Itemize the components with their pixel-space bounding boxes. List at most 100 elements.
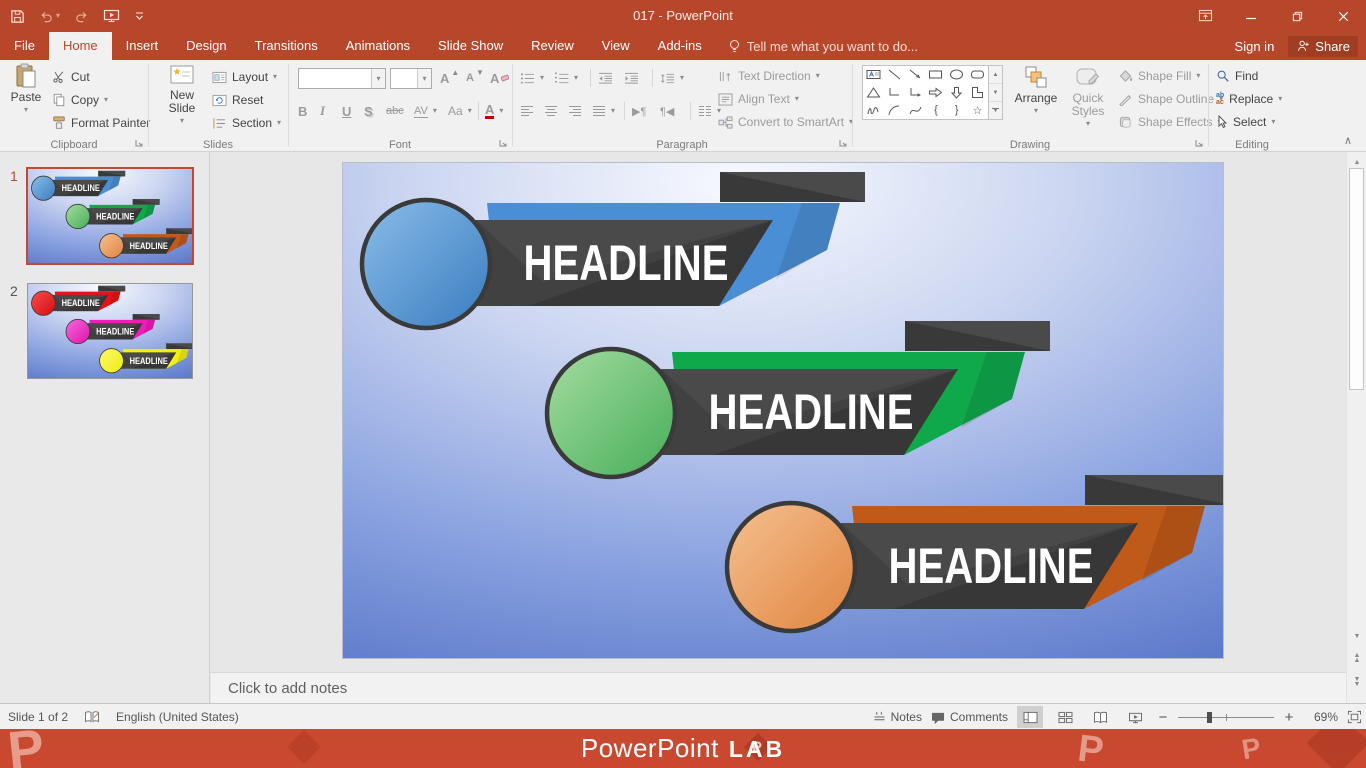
notes-toggle[interactable]: Notes <box>873 710 922 724</box>
new-slide-button[interactable]: New Slide ▾ <box>158 63 206 125</box>
text-shadow-button[interactable]: S <box>364 100 373 122</box>
fit-slide-to-window-button[interactable] <box>1347 710 1362 724</box>
shape-right-arrow-icon[interactable] <box>926 84 947 102</box>
justify-button[interactable]: ▾ <box>592 100 615 122</box>
clipboard-dialog-launcher[interactable] <box>135 139 144 148</box>
scroll-down-button[interactable]: ▼ <box>1347 628 1366 644</box>
tab-home[interactable]: Home <box>48 32 112 60</box>
shape-textbox-icon[interactable] <box>863 66 884 84</box>
font-color-button[interactable]: A ▾ <box>485 100 503 122</box>
shape-oval-icon[interactable] <box>946 66 967 84</box>
tell-me-box[interactable]: Tell me what you want to do... <box>716 32 930 60</box>
font-size-combobox[interactable]: ▾ <box>390 68 432 89</box>
shape-line-icon[interactable] <box>884 66 905 84</box>
shrink-font-button[interactable]: A ▼ <box>466 67 484 89</box>
bold-button[interactable]: B <box>298 100 307 122</box>
align-center-button[interactable] <box>544 100 558 122</box>
select-button[interactable]: Select ▾ <box>1216 111 1275 133</box>
shape-scribble-icon[interactable] <box>863 101 884 119</box>
tab-design[interactable]: Design <box>172 32 240 60</box>
next-slide-button[interactable]: ▼ ▼ <box>1347 674 1366 690</box>
copy-button[interactable]: Copy ▾ <box>52 89 108 111</box>
reading-view-button[interactable] <box>1087 706 1113 728</box>
shape-arc-icon[interactable] <box>884 101 905 119</box>
language-indicator[interactable]: English (United States) <box>116 710 239 724</box>
change-case-button[interactable]: Aa ▾ <box>448 100 472 122</box>
sign-in-link[interactable]: Sign in <box>1235 39 1275 54</box>
tab-view[interactable]: View <box>588 32 644 60</box>
shape-fill-button[interactable]: Shape Fill ▾ <box>1118 65 1200 87</box>
text-direction-button[interactable]: Text Direction ▾ <box>718 65 820 87</box>
grow-font-button[interactable]: A ▲ <box>440 67 459 89</box>
align-text-button[interactable]: Align Text ▾ <box>718 88 799 110</box>
tab-file[interactable]: File <box>0 32 49 60</box>
shapes-more-button[interactable]: ▼ <box>989 102 1002 119</box>
slide-canvas[interactable]: HEADLINE HEADLINE HEADLINE <box>343 163 1223 658</box>
shape-elbow-icon[interactable] <box>884 84 905 102</box>
arrange-button[interactable]: Arrange ▾ <box>1012 64 1060 115</box>
share-button[interactable]: Share <box>1288 35 1358 57</box>
left-to-right-button[interactable]: ▶¶ <box>632 100 646 122</box>
zoom-slider[interactable] <box>1178 710 1274 724</box>
scrollbar-thumb[interactable] <box>1349 168 1364 390</box>
increase-indent-button[interactable] <box>624 67 639 89</box>
strikethrough-button[interactable]: abc <box>386 100 404 122</box>
shapes-scroll-down[interactable]: ▼ <box>989 84 1002 102</box>
font-name-combobox[interactable]: ▾ <box>298 68 386 89</box>
comments-toggle[interactable]: Comments <box>931 710 1008 724</box>
font-dialog-launcher[interactable] <box>499 139 508 148</box>
align-right-button[interactable] <box>568 100 582 122</box>
align-left-button[interactable] <box>520 100 534 122</box>
find-button[interactable]: Find <box>1216 65 1258 87</box>
format-painter-button[interactable]: Format Painter <box>52 112 150 134</box>
drawing-dialog-launcher[interactable] <box>1195 139 1204 148</box>
tab-animations[interactable]: Animations <box>332 32 424 60</box>
layout-button[interactable]: Layout ▾ <box>212 66 277 88</box>
zoom-out-button[interactable]: − <box>1157 709 1169 726</box>
shape-right-brace-icon[interactable]: } <box>946 101 967 119</box>
slide-sorter-view-button[interactable] <box>1052 706 1078 728</box>
shape-left-brace-icon[interactable]: { <box>926 101 947 119</box>
tab-insert[interactable]: Insert <box>112 32 173 60</box>
slide-thumbnail-2[interactable]: HEADLINE HEADLINE HEADLINE <box>27 283 193 379</box>
zoom-slider-thumb[interactable] <box>1207 712 1212 723</box>
reset-button[interactable]: Reset <box>212 89 263 111</box>
tab-slide-show[interactable]: Slide Show <box>424 32 517 60</box>
underline-button[interactable]: U <box>342 100 351 122</box>
collapse-ribbon-button[interactable]: ∧ <box>1344 134 1352 147</box>
slide-show-view-button[interactable] <box>1122 706 1148 728</box>
replace-button[interactable]: ab ac Replace ▾ <box>1216 88 1282 110</box>
character-spacing-button[interactable]: AV ▾ <box>414 100 437 122</box>
minimize-button[interactable] <box>1228 0 1274 32</box>
numbering-button[interactable]: ▾ <box>554 67 578 89</box>
line-spacing-button[interactable]: ▾ <box>660 67 684 89</box>
section-button[interactable]: Section ▾ <box>212 112 281 134</box>
spell-check-icon[interactable] <box>84 710 100 724</box>
cut-button[interactable]: Cut <box>52 66 90 88</box>
ribbon-display-options-button[interactable] <box>1182 0 1228 32</box>
close-button[interactable] <box>1320 0 1366 32</box>
tab-transitions[interactable]: Transitions <box>241 32 332 60</box>
quick-styles-button[interactable]: Quick Styles ▾ <box>1064 64 1112 128</box>
shape-down-arrow-icon[interactable] <box>946 84 967 102</box>
clear-formatting-button[interactable]: A <box>490 67 510 89</box>
tab-add-ins[interactable]: Add-ins <box>644 32 716 60</box>
zoom-in-button[interactable]: + <box>1283 709 1295 726</box>
decrease-indent-button[interactable] <box>598 67 613 89</box>
shapes-scroll-up[interactable]: ▲ <box>989 66 1002 84</box>
right-to-left-button[interactable]: ¶◀ <box>660 100 674 122</box>
shape-triangle-icon[interactable] <box>863 84 884 102</box>
bullets-button[interactable]: ▾ <box>520 67 544 89</box>
shape-rectangle-icon[interactable] <box>926 66 947 84</box>
shape-corner-icon[interactable] <box>967 84 988 102</box>
shape-effects-button[interactable]: Shape Effects ▾ <box>1118 111 1222 133</box>
slide-thumbnail-1[interactable]: HEADLINE HEADLINE HEADLINE <box>26 167 194 265</box>
shape-elbow-arrow-icon[interactable] <box>905 84 926 102</box>
normal-view-button[interactable] <box>1017 706 1043 728</box>
shape-rounded-rectangle-icon[interactable] <box>967 66 988 84</box>
shape-star-icon[interactable]: ☆ <box>967 101 988 119</box>
shape-arrow-icon[interactable] <box>905 66 926 84</box>
notes-pane[interactable]: Click to add notes <box>211 672 1346 703</box>
shape-curve-icon[interactable] <box>905 101 926 119</box>
previous-slide-button[interactable]: ▲ ▲ <box>1347 650 1366 666</box>
